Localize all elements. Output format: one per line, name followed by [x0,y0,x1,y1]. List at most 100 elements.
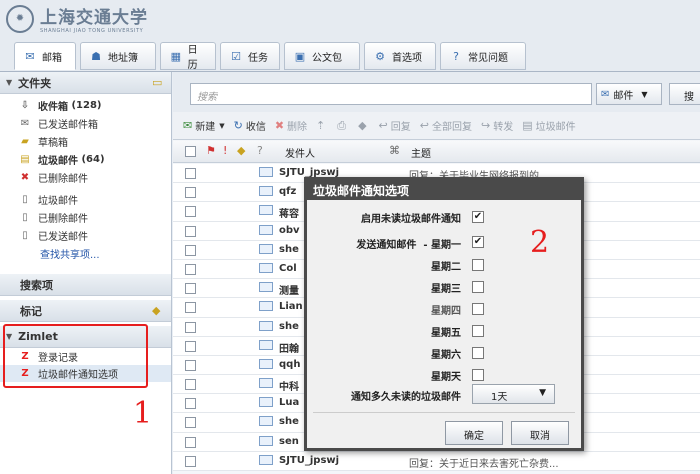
message-checkbox[interactable] [185,168,196,179]
attachment-icon[interactable]: ⌘ [389,144,400,157]
find-shares-link[interactable]: 查找共享项... [0,244,171,262]
mail-icon: ✉ [601,88,610,100]
message-sender: qfz [279,186,297,198]
folder-inbox[interactable]: ⇩ 收件箱 (128) [0,96,171,114]
tag-icon[interactable]: ◆ [237,144,245,157]
envelope-icon [259,416,273,427]
message-checkbox[interactable] [185,321,196,333]
folder-drafts[interactable]: ▰ 草稿箱 [0,132,171,150]
folder-junk-2[interactable]: ▯ 垃圾邮件 [0,190,171,208]
message-checkbox[interactable] [185,398,196,410]
search-input[interactable]: 搜索 [190,83,592,105]
briefcase-icon: ▣ [294,49,306,63]
tab-preferences[interactable]: ⚙ 首选项 [364,42,436,70]
search-button[interactable]: 搜 [669,83,700,105]
folder-sent[interactable]: ✉ 已发送邮件箱 [0,114,171,132]
message-sender: qqh [279,358,301,370]
priority-icon[interactable]: ! [223,144,227,157]
envelope-icon [259,358,273,369]
message-checkbox[interactable] [185,379,196,391]
message-sender: 田翰 [279,343,299,355]
folders-header[interactable]: ▼ 文件夹 ▭ [0,72,171,94]
message-checkbox[interactable] [185,187,196,199]
day-checkbox-sunday[interactable] [472,369,484,381]
select-all-checkbox[interactable] [185,146,196,157]
tab-calendar[interactable]: ▦ 日历 [160,42,216,71]
message-checkbox[interactable] [185,302,196,314]
tab-contacts[interactable]: ☗ 地址簿 [80,42,156,70]
envelope-icon [259,320,273,331]
flag-icon[interactable]: ⚑ [206,144,216,157]
message-sender: SJTU_jpswj [279,454,340,466]
day-checkbox-monday[interactable]: ✔ [472,236,484,248]
day-checkbox-saturday[interactable] [472,347,484,359]
message-sender: she [279,243,299,255]
message-checkbox[interactable] [185,417,196,429]
column-subject[interactable]: 主题 [411,145,431,160]
move-icon: ⇡ [316,119,326,132]
envelope-icon [259,205,273,216]
message-sender: Lua [279,397,300,409]
enable-notify-checkbox[interactable]: ✔ [472,211,484,223]
column-sender[interactable]: 发件人 [285,145,315,160]
message-list-header: ⚑ ! ◆ ? 发件人 ⌘ 主题 [173,141,700,163]
folder-junk[interactable]: ▤ 垃圾邮件 (64) [0,150,171,168]
message-sender: 测量 [279,286,299,298]
tag-icon[interactable]: ◆ [152,304,166,317]
move-button[interactable]: ⇡ [316,119,328,132]
print-button[interactable]: ⎙ [337,119,349,133]
searches-header[interactable]: 搜索项 [0,274,171,296]
folder-trash-2[interactable]: ▯ 已删除邮件 [0,208,171,226]
message-checkbox[interactable] [185,206,196,218]
check-mail-button[interactable]: ↻ 收信 [234,118,266,133]
message-checkbox[interactable] [185,283,196,295]
forward-button[interactable]: ↪ 转发 [481,118,513,133]
tab-mail[interactable]: ✉ 邮箱 [14,42,76,70]
message-row[interactable]: SJTU_jpswj 回复：关于近日来去害死亡杂费... [173,451,700,471]
folder-trash[interactable]: ✖ 已删除邮件 [0,168,171,186]
tag-button[interactable]: ◆ [358,119,369,132]
day-checkbox-wednesday[interactable] [472,281,484,293]
message-checkbox[interactable] [185,455,196,467]
day-checkbox-friday[interactable] [472,325,484,337]
tab-briefcase[interactable]: ▣ 公文包 [284,42,360,70]
new-button[interactable]: ✉ 新建 ▼ [183,118,225,133]
chevron-down-icon: ▼ [219,121,225,130]
delete-button[interactable]: ✖ 删除 [275,118,307,133]
day-label-wednesday: 星期三 [431,284,461,295]
calendar-icon: ▦ [170,49,181,63]
tab-faq[interactable]: ? 常见问题 [440,42,526,70]
message-sender: Lian [279,301,303,313]
message-checkbox[interactable] [185,359,196,371]
inbox-icon: ⇩ [20,99,30,111]
new-folder-icon[interactable]: ▭ [152,76,166,89]
search-scope-select[interactable]: ✉ 邮件 ▼ [596,83,662,105]
mail-toolbar: ✉ 新建 ▼ ↻ 收信 ✖ 删除 ⇡ ⎙ ◆ ↩ 回复 ↩ 全部回复 ↪ 转发 ▤ 垃圾邮件 [173,112,700,140]
sent-icon: ✉ [20,117,30,129]
message-checkbox[interactable] [185,436,196,448]
reply-button[interactable]: ↩ 回复 [379,118,411,133]
day-checkbox-tuesday[interactable] [472,259,484,271]
spam-button[interactable]: ▤ 垃圾邮件 [522,118,575,133]
message-checkbox[interactable] [185,225,196,237]
reply-all-button[interactable]: ↩ 全部回复 [420,118,472,133]
message-checkbox[interactable] [185,340,196,352]
message-sender: 中科 [279,382,299,394]
envelope-icon [259,167,273,177]
tags-header[interactable]: 标记 ◆ [0,300,171,322]
envelope-icon [259,262,273,273]
message-checkbox[interactable] [185,263,196,275]
day-checkbox-thursday[interactable] [472,303,484,315]
cancel-button[interactable]: 取消 [511,421,569,445]
status-icon[interactable]: ? [257,144,263,157]
message-subject: 回复：关于近日来去害死亡杂费... [409,458,559,470]
message-sender: she [279,416,299,428]
ok-button[interactable]: 确定 [445,421,503,445]
chevron-down-icon: ▼ [641,89,648,99]
folder-sent-2[interactable]: ▯ 已发送邮件 [0,226,171,244]
day-label-friday: 星期五 [431,328,461,339]
tab-tasks[interactable]: ☑ 任务 [220,42,280,70]
message-checkbox[interactable] [185,244,196,256]
reply-all-icon: ↩ [419,119,429,132]
interval-select[interactable]: 1天 ▼ [472,384,555,404]
